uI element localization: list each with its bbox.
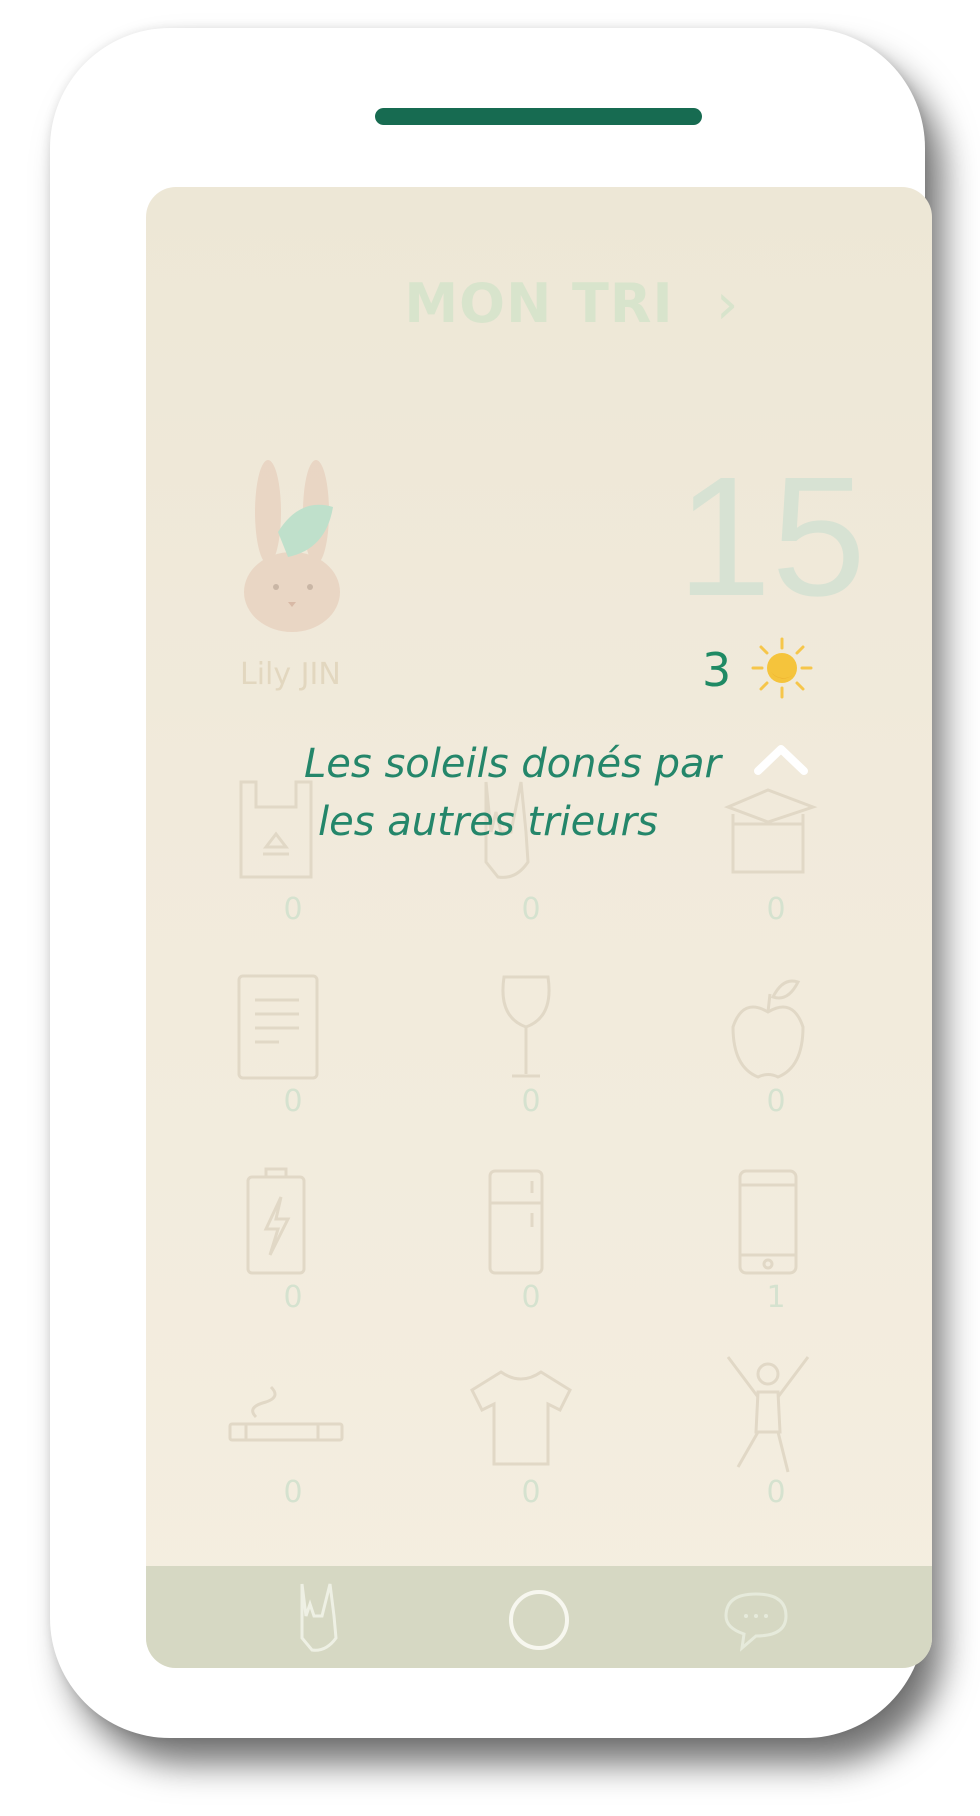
jumping-person-icon[interactable] <box>718 1352 818 1482</box>
category-count: 0 <box>521 892 541 927</box>
rock-hand-icon <box>300 1583 338 1652</box>
category-count: 0 <box>766 892 786 927</box>
tab-home[interactable] <box>499 1576 579 1656</box>
tab-rock-hand[interactable] <box>278 1576 358 1656</box>
category-count: 0 <box>521 1280 541 1315</box>
battery-icon[interactable] <box>226 1167 326 1277</box>
chevron-right-icon[interactable]: › <box>716 272 739 337</box>
score-points: 15 <box>676 442 866 632</box>
fridge-icon[interactable] <box>466 1167 566 1277</box>
cigarette-icon[interactable] <box>226 1362 346 1472</box>
wine-glass-icon[interactable] <box>476 972 576 1082</box>
bottom-tab-bar <box>146 1566 932 1668</box>
category-count: 0 <box>283 1280 303 1315</box>
phone-speaker <box>375 108 702 125</box>
paper-document-icon[interactable] <box>221 972 321 1082</box>
tab-chat[interactable] <box>716 1576 796 1656</box>
smartphone-icon[interactable] <box>718 1167 818 1277</box>
category-count: 0 <box>521 1475 541 1510</box>
user-name: Lily JIN <box>240 657 341 692</box>
category-count: 0 <box>766 1084 786 1119</box>
sun-tooltip: Les soleils donés par les autres trieurs <box>304 735 764 851</box>
tshirt-icon[interactable] <box>466 1362 576 1472</box>
page-title: MON TRI › <box>146 272 932 342</box>
category-count: 0 <box>521 1084 541 1119</box>
home-circle-icon <box>509 1590 569 1650</box>
phone-frame: MON TRI › Lily JIN 15 3 0 0 0 0 0 0 0 0 … <box>50 28 932 1738</box>
category-count: 0 <box>283 892 303 927</box>
category-count: 1 <box>766 1280 786 1315</box>
category-count: 0 <box>283 1084 303 1119</box>
rabbit-icon[interactable] <box>238 457 348 637</box>
category-count: 0 <box>766 1475 786 1510</box>
apple-icon[interactable] <box>718 972 818 1082</box>
tooltip-line-1: Les soleils donés par <box>304 741 721 787</box>
page-title-text: MON TRI <box>404 272 674 335</box>
suns-count: 3 <box>702 643 732 697</box>
chat-bubble-icon <box>724 1592 788 1652</box>
app-screen: MON TRI › Lily JIN 15 3 0 0 0 0 0 0 0 0 … <box>146 187 932 1668</box>
tooltip-line-2: les autres trieurs <box>318 799 658 845</box>
sun-icon <box>751 637 813 699</box>
category-count: 0 <box>283 1475 303 1510</box>
